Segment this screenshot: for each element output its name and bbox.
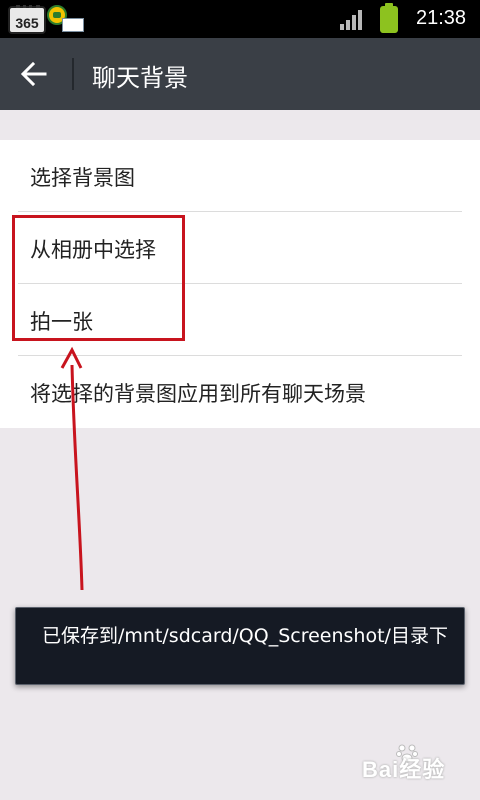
option-apply-to-all-chats[interactable]: 将选择的背景图应用到所有聊天场景 — [0, 356, 480, 428]
title-bar: 聊天背景 — [0, 38, 480, 110]
mail-notification-icon — [62, 18, 84, 32]
signal-strength-icon — [340, 10, 364, 30]
calendar-365-icon: 365 — [8, 5, 46, 34]
highlight-box — [12, 215, 185, 341]
back-button[interactable] — [20, 60, 48, 88]
option-choose-background[interactable]: 选择背景图 — [0, 140, 480, 212]
title-divider — [72, 58, 74, 90]
arrow-left-icon — [20, 61, 47, 87]
battery-icon — [380, 3, 398, 33]
toast-text: 已保存到/mnt/sdcard/QQ_Screenshot/目录下 — [42, 625, 448, 647]
option-label: 选择背景图 — [30, 166, 135, 190]
toast-message: 已保存到/mnt/sdcard/QQ_Screenshot/目录下 — [15, 607, 465, 685]
page-title: 聊天背景 — [92, 64, 188, 92]
status-bar: 365 21:38 — [0, 0, 480, 38]
app-badge-label: 365 — [15, 15, 39, 31]
status-time: 21:38 — [416, 7, 467, 29]
watermark: Bai经验 — [362, 757, 446, 782]
option-label: 将选择的背景图应用到所有聊天场景 — [30, 382, 366, 406]
